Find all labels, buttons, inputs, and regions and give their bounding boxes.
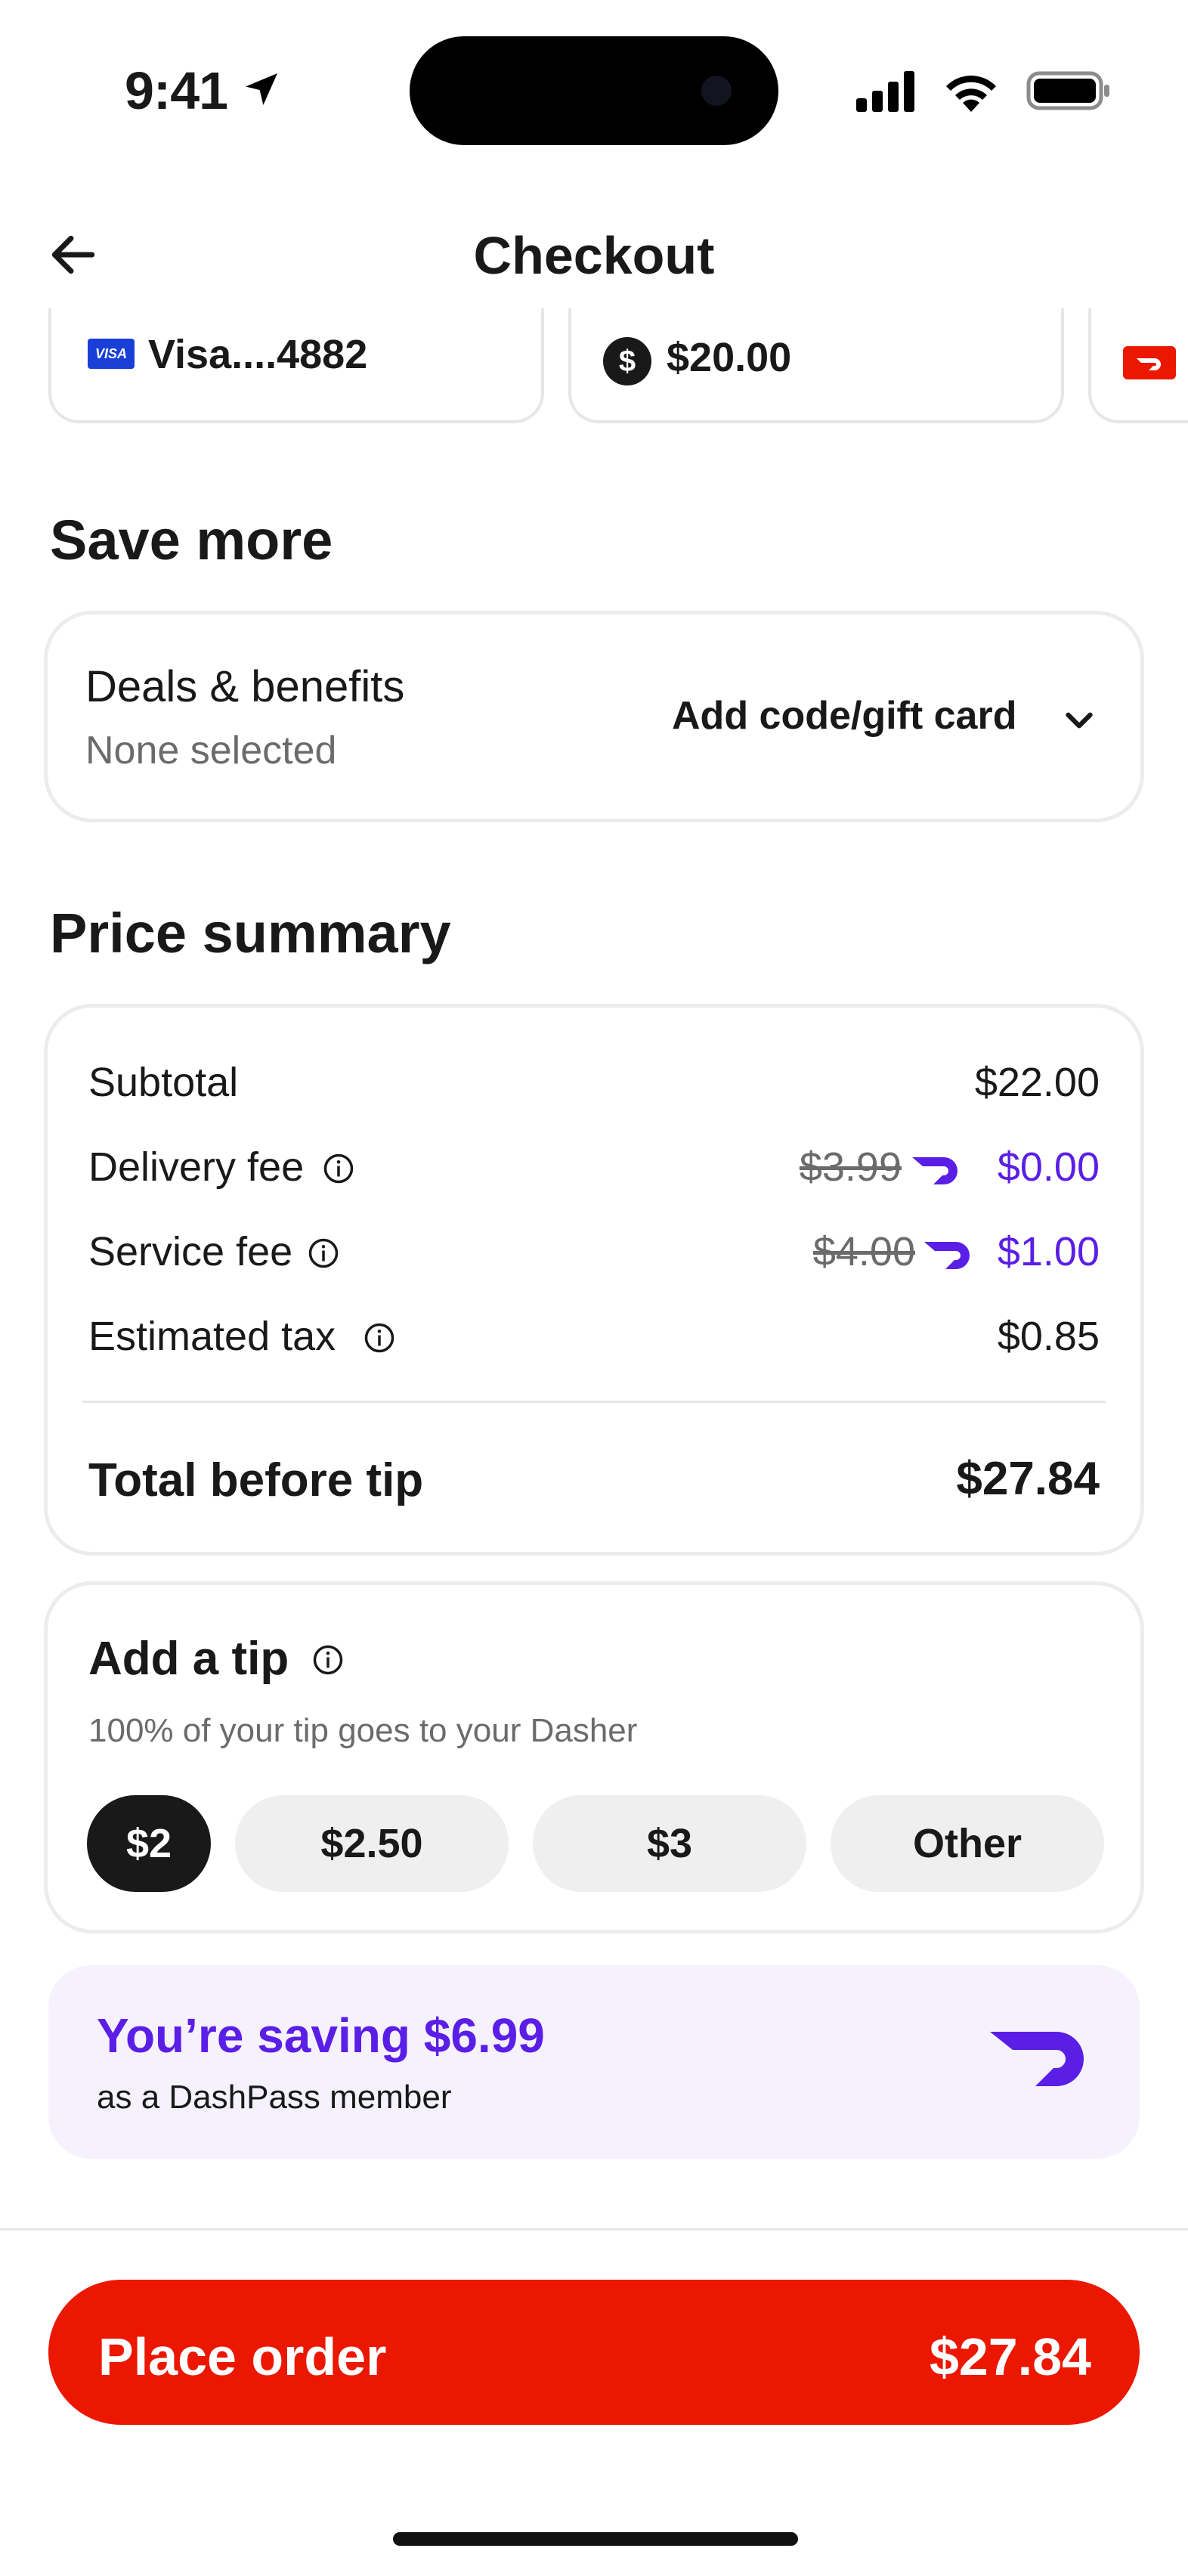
- info-icon[interactable]: [312, 1644, 344, 1676]
- service-fee-original: $4.00: [812, 1229, 915, 1274]
- estimated-tax-label: Estimated tax: [88, 1314, 336, 1359]
- place-order-button[interactable]: Place order $27.84: [48, 2280, 1140, 2425]
- status-time: 9:41: [125, 61, 228, 120]
- credit-balance-label: $20.00: [667, 335, 792, 380]
- doordash-logo-icon: [1123, 346, 1176, 379]
- service-fee-label: Service fee: [88, 1229, 293, 1274]
- tip-subtitle: 100% of your tip goes to your Dasher: [88, 1712, 638, 1749]
- delivery-fee-value: $0.00: [997, 1144, 1100, 1190]
- price-summary-heading: Price summary: [50, 902, 451, 964]
- dashpass-savings-banner: You’re saving $6.99 as a DashPass member: [48, 1965, 1140, 2159]
- home-indicator[interactable]: [393, 2532, 798, 2546]
- visa-card-label: Visa....4882: [148, 332, 368, 377]
- battery-icon: [1026, 71, 1109, 110]
- tip-option-2-50[interactable]: $2.50: [235, 1795, 509, 1892]
- wifi-icon: [946, 76, 996, 112]
- info-icon[interactable]: [323, 1153, 354, 1184]
- dashpass-logo-icon: [990, 2032, 1084, 2086]
- payment-card-visa[interactable]: VISA Visa....4882: [48, 308, 544, 423]
- tip-option-3[interactable]: $3: [533, 1795, 806, 1892]
- dashpass-icon: [912, 1157, 958, 1184]
- divider: [82, 1401, 1106, 1403]
- tip-title: Add a tip: [88, 1633, 289, 1685]
- total-before-tip-label: Total before tip: [88, 1454, 424, 1506]
- chevron-down-icon[interactable]: [1060, 701, 1098, 738]
- dollar-circle-icon: $: [603, 337, 651, 385]
- deals-benefits-card[interactable]: Deals & benefits None selected Add code/…: [44, 611, 1144, 822]
- visa-logo-icon: VISA: [88, 339, 135, 369]
- place-order-label: Place order: [98, 2327, 387, 2386]
- tip-card: Add a tip 100% of your tip goes to your …: [44, 1581, 1144, 1934]
- price-summary-card: Subtotal $22.00 Delivery fee $3.99 $0.00…: [44, 1004, 1144, 1556]
- info-icon[interactable]: [308, 1237, 339, 1269]
- page-title: Checkout: [473, 226, 715, 285]
- subtotal-label: Subtotal: [88, 1060, 239, 1105]
- delivery-fee-label: Delivery fee: [88, 1144, 305, 1190]
- service-fee-value: $1.00: [997, 1229, 1100, 1274]
- footer-divider: [0, 2228, 1188, 2231]
- dashpass-savings-title: You’re saving $6.99: [97, 2008, 545, 2063]
- estimated-tax-value: $0.85: [997, 1314, 1100, 1359]
- payment-card-credit[interactable]: $ $20.00: [568, 308, 1064, 423]
- place-order-total: $27.84: [929, 2327, 1091, 2386]
- deals-status: None selected: [85, 729, 337, 772]
- subtotal-value: $22.00: [974, 1060, 1100, 1105]
- tip-option-2[interactable]: $2: [87, 1795, 211, 1892]
- cellular-signal-icon: [856, 71, 914, 112]
- payment-card-doordash[interactable]: [1088, 308, 1188, 423]
- add-code-link[interactable]: Add code/gift card: [672, 693, 1016, 738]
- tip-option-other[interactable]: Other: [831, 1795, 1104, 1892]
- total-before-tip-value: $27.84: [956, 1453, 1100, 1505]
- dashpass-savings-subtitle: as a DashPass member: [97, 2079, 452, 2116]
- deals-title: Deals & benefits: [85, 662, 405, 711]
- info-icon[interactable]: [364, 1322, 395, 1354]
- save-more-heading: Save more: [50, 509, 333, 571]
- camera-icon: [701, 76, 732, 106]
- delivery-fee-original: $3.99: [799, 1144, 902, 1190]
- location-arrow-icon: [246, 73, 277, 105]
- dashpass-icon: [924, 1242, 970, 1269]
